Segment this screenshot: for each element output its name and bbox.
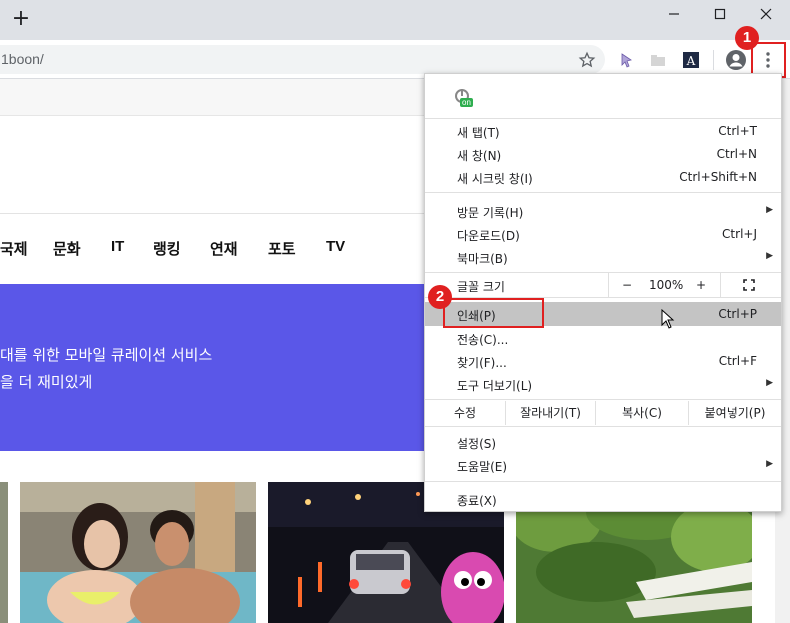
menu-item-shortcut: Ctrl+T (718, 124, 757, 138)
menu-item-new-tab[interactable]: 새 탭(T) Ctrl+T (425, 120, 781, 143)
close-button[interactable] (743, 0, 789, 28)
menu-item-shortcut: Ctrl+P (718, 307, 757, 321)
minimize-icon (669, 13, 679, 15)
maximize-icon (714, 8, 726, 20)
menu-item-label: 찾기(F)... (457, 356, 507, 370)
maximize-button[interactable] (697, 0, 743, 28)
menu-item-bookmarks[interactable]: 북마크(B) ▶ (425, 246, 781, 269)
menu-item-label: 도움말(E) (457, 460, 508, 474)
zoom-label: 글꼴 크기 (457, 280, 505, 294)
svg-text:A: A (686, 54, 696, 68)
on-badge: on (460, 98, 473, 107)
menu-item-label: 새 탭(T) (457, 126, 500, 140)
nav-item-world[interactable]: 국제 (0, 238, 28, 259)
menu-item-label: 설정(S) (457, 437, 497, 451)
menu-item-history[interactable]: 방문 기록(H) ▶ (425, 200, 781, 223)
menu-separator (425, 399, 781, 400)
zoom-out-button[interactable]: − (622, 278, 632, 292)
menu-item-label: 전송(C)... (457, 333, 509, 347)
menu-item-exit[interactable]: 종료(X) (425, 488, 781, 511)
menu-item-incognito[interactable]: 새 시크릿 창(I) Ctrl+Shift+N (425, 166, 781, 189)
menu-item-help[interactable]: 도움말(E) ▶ (425, 454, 781, 477)
nav-item-photo[interactable]: 포토 (268, 238, 296, 259)
menu-item-shortcut: Ctrl+F (718, 354, 757, 368)
menu-item-label: 새 창(N) (457, 149, 502, 163)
bookmark-star-button[interactable] (575, 48, 599, 72)
zoom-divider (608, 273, 609, 297)
menu-item-label: 새 시크릿 창(I) (457, 172, 533, 186)
account-icon (726, 50, 746, 70)
menu-item-label: 도구 더보기(L) (457, 379, 533, 393)
menu-item-label: 방문 기록(H) (457, 206, 524, 220)
edit-row: 수정 잘라내기(T) 복사(C) 붙여넣기(P) (425, 401, 781, 425)
hero-text-line2: 을 더 재미있게 (0, 373, 93, 391)
new-tab-button[interactable]: + (10, 8, 32, 30)
menu-item-shortcut: Ctrl+N (716, 147, 757, 161)
copy-button[interactable]: 복사(C) (595, 401, 688, 425)
extension-cursor-button[interactable] (614, 48, 638, 72)
submenu-arrow-icon: ▶ (766, 459, 773, 469)
cursor-arrow-icon (621, 53, 632, 68)
menu-separator (425, 481, 781, 482)
mouse-pointer-icon (661, 309, 675, 329)
submenu-arrow-icon: ▶ (766, 205, 773, 215)
thumbnail-partial[interactable] (0, 482, 8, 623)
menu-separator (425, 118, 781, 119)
menu-separator (425, 192, 781, 193)
close-icon (760, 8, 772, 20)
step-2-badge: 2 (428, 285, 452, 309)
menu-item-cast[interactable]: 전송(C)... (425, 327, 781, 350)
chrome-main-menu: on 새 탭(T) Ctrl+T 새 창(N) Ctrl+N 새 시크릿 창(I… (424, 73, 782, 512)
zoom-value: 100% (649, 278, 684, 292)
menu-item-find[interactable]: 찾기(F)... Ctrl+F (425, 350, 781, 373)
fullscreen-icon[interactable] (743, 279, 755, 291)
profile-button[interactable] (724, 48, 748, 72)
selfie-photo (20, 482, 256, 623)
menu-item-label: 다운로드(D) (457, 229, 520, 243)
minimize-button[interactable] (651, 0, 697, 28)
folder-icon (651, 55, 665, 66)
menu-item-label: 종료(X) (457, 494, 497, 508)
star-icon (578, 51, 596, 68)
zoom-divider (720, 273, 721, 297)
submenu-arrow-icon: ▶ (766, 378, 773, 388)
thumbnail-selfie[interactable] (20, 482, 256, 623)
nav-item-series[interactable]: 연재 (210, 238, 238, 259)
nav-item-tv[interactable]: TV (326, 238, 345, 255)
nav-item-it[interactable]: IT (111, 238, 124, 255)
font-a-icon: A (683, 52, 699, 68)
address-bar[interactable]: 1boon/ (0, 45, 605, 74)
menu-item-more-tools[interactable]: 도구 더보기(L) ▶ (425, 373, 781, 396)
print-item-highlight (443, 298, 544, 328)
menu-item-shortcut: Ctrl+J (722, 227, 757, 241)
menu-item-label: 북마크(B) (457, 252, 508, 266)
paste-button[interactable]: 붙여넣기(P) (688, 401, 781, 425)
menu-separator (425, 426, 781, 427)
extension-font-button[interactable]: A (679, 48, 703, 72)
extension-on-indicator[interactable]: on (454, 88, 478, 110)
url-text: 1boon/ (1, 51, 44, 67)
nav-item-ranking[interactable]: 랭킹 (153, 238, 181, 259)
hero-text-line1: 대를 위한 모바일 큐레이션 서비스 (0, 346, 213, 364)
submenu-arrow-icon: ▶ (766, 251, 773, 261)
nav-item-culture[interactable]: 문화 (53, 238, 81, 259)
step-1-badge: 1 (735, 26, 759, 50)
zoom-in-button[interactable]: + (696, 278, 706, 292)
menu-item-shortcut: Ctrl+Shift+N (679, 170, 757, 184)
tab-strip: + (0, 0, 790, 40)
cut-button[interactable]: 잘라내기(T) (505, 401, 595, 425)
menu-item-downloads[interactable]: 다운로드(D) Ctrl+J (425, 223, 781, 246)
menu-item-settings[interactable]: 설정(S) (425, 431, 781, 454)
extension-folder-button[interactable] (646, 48, 670, 72)
toolbar-divider (713, 50, 714, 70)
edit-label: 수정 (453, 406, 477, 420)
menu-item-new-window[interactable]: 새 창(N) Ctrl+N (425, 143, 781, 166)
zoom-row: 글꼴 크기 − 100% + (425, 273, 781, 297)
